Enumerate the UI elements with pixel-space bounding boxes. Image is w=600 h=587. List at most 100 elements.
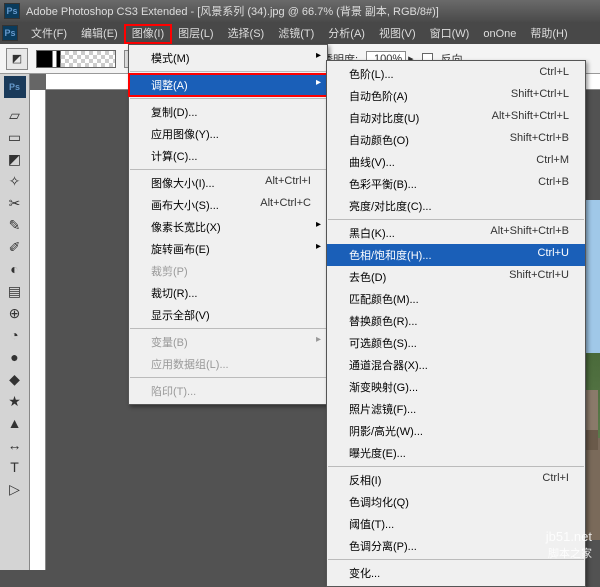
tool-15[interactable]: ↔: [3, 434, 27, 456]
menu-3[interactable]: 图层(L): [171, 25, 220, 43]
menu-1[interactable]: 编辑(E): [74, 25, 125, 43]
menu-item-label: 模式(M): [151, 50, 190, 66]
menu-item-label: 通道混合器(X)...: [349, 357, 428, 373]
menu-item-label: 裁剪(P): [151, 263, 188, 279]
menu-item-label: 去色(D): [349, 269, 386, 285]
menu-4[interactable]: 选择(S): [221, 25, 272, 43]
menu-item-label: 像素长宽比(X): [151, 219, 221, 235]
menu-6[interactable]: 分析(A): [321, 25, 372, 43]
tool-12[interactable]: ◆: [3, 368, 27, 390]
menu-item[interactable]: 画布大小(S)...Alt+Ctrl+C: [129, 194, 327, 216]
tool-17[interactable]: ▷: [3, 478, 27, 500]
menu-8[interactable]: 窗口(W): [423, 25, 477, 43]
menu-item[interactable]: 渐变映射(G)...: [327, 376, 585, 398]
menu-item[interactable]: 计算(C)...: [129, 145, 327, 167]
tool-1[interactable]: ▭: [3, 126, 27, 148]
menu-item[interactable]: 色彩平衡(B)...Ctrl+B: [327, 173, 585, 195]
tool-4[interactable]: ✂: [3, 192, 27, 214]
tool-16[interactable]: T: [3, 456, 27, 478]
menu-item[interactable]: 去色(D) Shift+Ctrl+U: [327, 266, 585, 288]
menu-item[interactable]: 反相(I)Ctrl+I: [327, 469, 585, 491]
tool-7[interactable]: ◐: [3, 258, 27, 280]
menu-item[interactable]: 图像大小(I)...Alt+Ctrl+I: [129, 172, 327, 194]
menu-0[interactable]: 文件(F): [24, 25, 74, 43]
tool-0[interactable]: ▱: [3, 104, 27, 126]
tool-5[interactable]: ✎: [3, 214, 27, 236]
tool-palette: Ps ▱▭◩✧✂✎✐◐▤⊕◔●◆★▲↔T▷: [0, 74, 30, 570]
menu-2[interactable]: 图像(I): [125, 25, 171, 43]
menu-item-label: 裁切(R)...: [151, 285, 197, 301]
menu-item[interactable]: 曝光度(E)...: [327, 442, 585, 464]
tool-2[interactable]: ◩: [3, 148, 27, 170]
menu-item[interactable]: 旋转画布(E): [129, 238, 327, 260]
menu-item-shortcut: Shift+Ctrl+B: [510, 132, 569, 148]
menu-item-label: 色阶(L)...: [349, 66, 394, 82]
menu-item[interactable]: 通道混合器(X)...: [327, 354, 585, 376]
watermark-url: jb51.net: [546, 529, 592, 544]
menu-item-label: 画布大小(S)...: [151, 197, 219, 213]
menu-item[interactable]: 像素长宽比(X): [129, 216, 327, 238]
menu-item[interactable]: 可选颜色(S)...: [327, 332, 585, 354]
ps-menu-icon[interactable]: Ps: [2, 25, 18, 41]
menu-item[interactable]: 亮度/对比度(C)...: [327, 195, 585, 217]
menu-item[interactable]: 匹配颜色(M)...: [327, 288, 585, 310]
tool-3[interactable]: ✧: [3, 170, 27, 192]
tool-9[interactable]: ⊕: [3, 302, 27, 324]
menu-item-label: 调整(A): [151, 77, 188, 93]
menu-item[interactable]: 复制(D)...: [129, 101, 327, 123]
active-tool-icon[interactable]: ◩: [6, 48, 28, 70]
menu-item-label: 色相/饱和度(H)...: [349, 247, 432, 263]
menu-item: 变量(B): [129, 331, 327, 353]
menu-item[interactable]: 曲线(V)... Ctrl+M: [327, 151, 585, 173]
menu-item[interactable]: 模式(M): [129, 47, 327, 69]
menu-item[interactable]: 裁切(R)...: [129, 282, 327, 304]
watermark: jb51.net 脚本之家: [546, 529, 592, 562]
tool-10[interactable]: ◔: [3, 324, 27, 346]
menu-item-label: 自动对比度(U): [349, 110, 419, 126]
menu-item-shortcut: Alt+Ctrl+I: [265, 175, 311, 191]
menu-item[interactable]: 调整(A): [129, 74, 327, 96]
menu-item[interactable]: 色调均化(Q): [327, 491, 585, 513]
menu-item[interactable]: 自动对比度(U)Alt+Shift+Ctrl+L: [327, 107, 585, 129]
tool-6[interactable]: ✐: [3, 236, 27, 258]
menu-item-shortcut: Ctrl+M: [536, 154, 569, 170]
gradient-preview[interactable]: [36, 50, 116, 68]
titlebar: Ps Adobe Photoshop CS3 Extended - [风景系列 …: [0, 0, 600, 22]
menu-item-label: 曲线(V)...: [349, 154, 395, 170]
menu-item[interactable]: 应用图像(Y)...: [129, 123, 327, 145]
separator: [328, 219, 584, 220]
menu-10[interactable]: 帮助(H): [523, 25, 574, 43]
tool-11[interactable]: ●: [3, 346, 27, 368]
menu-item[interactable]: 色相/饱和度(H)... Ctrl+U: [327, 244, 585, 266]
menu-item-shortcut: Ctrl+B: [538, 176, 569, 192]
ps-icon: Ps: [4, 3, 20, 19]
tool-14[interactable]: ▲: [3, 412, 27, 434]
menu-item[interactable]: 变化...: [327, 562, 585, 584]
separator: [130, 71, 326, 72]
menu-item[interactable]: 照片滤镜(F)...: [327, 398, 585, 420]
ps-sidebar-icon: Ps: [4, 76, 26, 98]
menu-item-shortcut: Shift+Ctrl+U: [509, 269, 569, 285]
separator: [130, 98, 326, 99]
menu-item-label: 复制(D)...: [151, 104, 197, 120]
menu-item-label: 色调分离(P)...: [349, 538, 417, 554]
tool-13[interactable]: ★: [3, 390, 27, 412]
menu-item-label: 应用图像(Y)...: [151, 126, 219, 142]
menu-item[interactable]: 黑白(K)...Alt+Shift+Ctrl+B: [327, 222, 585, 244]
menu-item[interactable]: 色阶(L)...Ctrl+L: [327, 63, 585, 85]
menu-item[interactable]: 自动颜色(O)Shift+Ctrl+B: [327, 129, 585, 151]
menu-item-label: 阈值(T)...: [349, 516, 394, 532]
menu-item-label: 旋转画布(E): [151, 241, 210, 257]
tool-8[interactable]: ▤: [3, 280, 27, 302]
menu-9[interactable]: onOne: [476, 25, 523, 43]
menu-item[interactable]: 显示全部(V): [129, 304, 327, 326]
menu-item-shortcut: Ctrl+U: [538, 247, 569, 263]
menu-5[interactable]: 滤镜(T): [271, 25, 321, 43]
menu-7[interactable]: 视图(V): [372, 25, 423, 43]
menu-item[interactable]: 替换颜色(R)...: [327, 310, 585, 332]
menu-item[interactable]: 阴影/高光(W)...: [327, 420, 585, 442]
menu-item[interactable]: 自动色阶(A)Shift+Ctrl+L: [327, 85, 585, 107]
watermark-name: 脚本之家: [548, 548, 592, 560]
menu-item-label: 亮度/对比度(C)...: [349, 198, 432, 214]
menu-item-label: 渐变映射(G)...: [349, 379, 418, 395]
